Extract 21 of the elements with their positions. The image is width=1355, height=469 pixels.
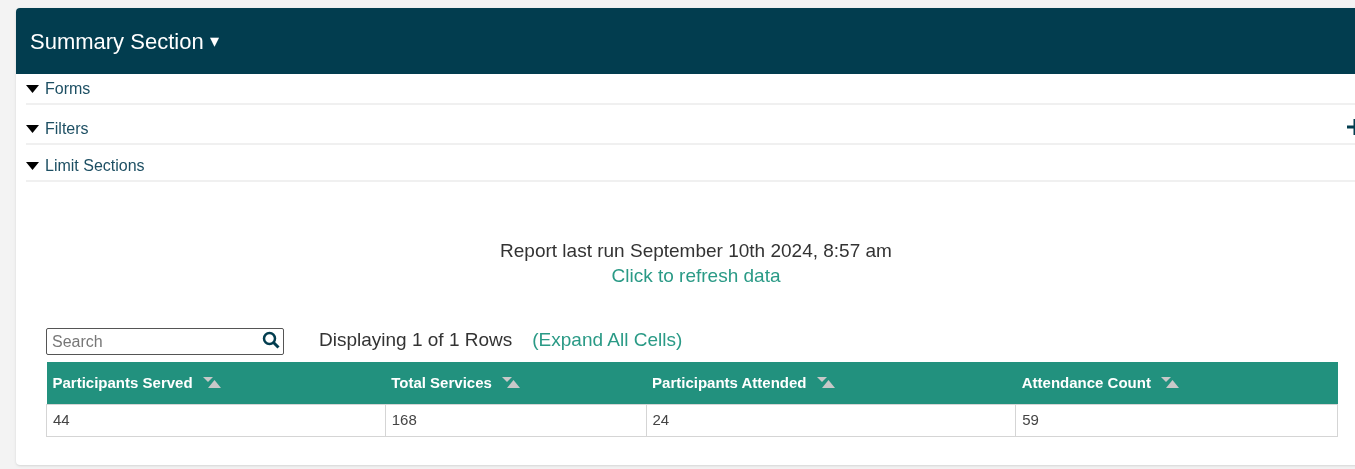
section-title[interactable]: Summary Section ▾ bbox=[30, 24, 219, 58]
table-cell: 59 bbox=[1015, 404, 1338, 437]
column-header[interactable]: Participants Served bbox=[52, 371, 193, 394]
section-toggle[interactable]: Forms bbox=[26, 77, 91, 101]
caret-down-icon[interactable] bbox=[26, 160, 39, 172]
report-last-run-text: Report last run September 10th 2024, 8:57 am bbox=[500, 239, 892, 263]
caret-down-icon[interactable] bbox=[26, 123, 39, 135]
section-toggle[interactable]: Limit Sections bbox=[26, 154, 145, 178]
column-header[interactable]: Total Services bbox=[391, 371, 492, 394]
table-cell: 24 bbox=[646, 404, 1016, 437]
column-header[interactable]: Attendance Count bbox=[1021, 371, 1151, 394]
search-icon[interactable] bbox=[262, 330, 280, 349]
table-cell: 44 bbox=[46, 404, 386, 437]
refresh-link[interactable]: Click to refresh data bbox=[611, 263, 781, 288]
column-header[interactable]: Participants Attended bbox=[652, 371, 807, 394]
expand-all-link[interactable]: (Expand All Cells) bbox=[532, 326, 683, 355]
search-field[interactable]: Search bbox=[46, 328, 284, 356]
row-count-text: Displaying 1 of 1 Rows bbox=[319, 328, 513, 352]
section-toggle[interactable]: Filters bbox=[26, 117, 89, 141]
table-cell: 168 bbox=[385, 404, 647, 437]
caret-down-icon[interactable] bbox=[26, 83, 39, 95]
